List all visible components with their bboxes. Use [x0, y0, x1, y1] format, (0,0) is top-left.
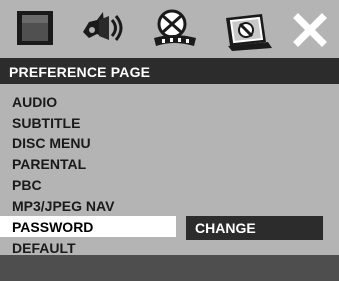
- setup-icon-bar: [0, 0, 339, 58]
- page-title-bar: PREFERENCE PAGE: [0, 58, 339, 84]
- menu-item-audio[interactable]: AUDIO: [0, 91, 176, 112]
- menu-item-label: DEFAULT: [12, 240, 76, 256]
- menu-item-parental[interactable]: PARENTAL: [0, 153, 176, 174]
- menu-item-mp3-jpeg-nav[interactable]: MP3/JPEG NAV: [0, 195, 176, 216]
- dolby-digital-setup-icon[interactable]: [150, 8, 202, 50]
- menu-item-subtitle[interactable]: SUBTITLE: [0, 112, 176, 133]
- general-setup-icon[interactable]: [10, 8, 60, 50]
- preference-page-icon[interactable]: [222, 8, 276, 52]
- menu-item-password[interactable]: PASSWORD: [0, 216, 176, 237]
- menu-item-label: PASSWORD: [12, 219, 94, 235]
- menu-item-label: PBC: [12, 177, 42, 193]
- menu-item-label: DISC MENU: [12, 135, 91, 151]
- menu-item-label: MP3/JPEG NAV: [12, 198, 115, 214]
- menu-item-pbc[interactable]: PBC: [0, 174, 176, 195]
- footer-bar: [0, 255, 339, 281]
- osd-setup-menu: PREFERENCE PAGE AUDIO SUBTITLE DISC MENU…: [0, 0, 339, 281]
- menu-item-label: PARENTAL: [12, 156, 87, 172]
- close-icon[interactable]: [292, 12, 328, 48]
- audio-setup-icon[interactable]: [75, 8, 129, 50]
- submenu-option-label: CHANGE: [195, 220, 256, 236]
- menu-item-label: AUDIO: [12, 94, 58, 110]
- menu-item-disc-menu[interactable]: DISC MENU: [0, 132, 176, 153]
- password-submenu-change[interactable]: CHANGE: [186, 216, 323, 240]
- page-title: PREFERENCE PAGE: [9, 64, 151, 80]
- menu-item-label: SUBTITLE: [12, 115, 81, 131]
